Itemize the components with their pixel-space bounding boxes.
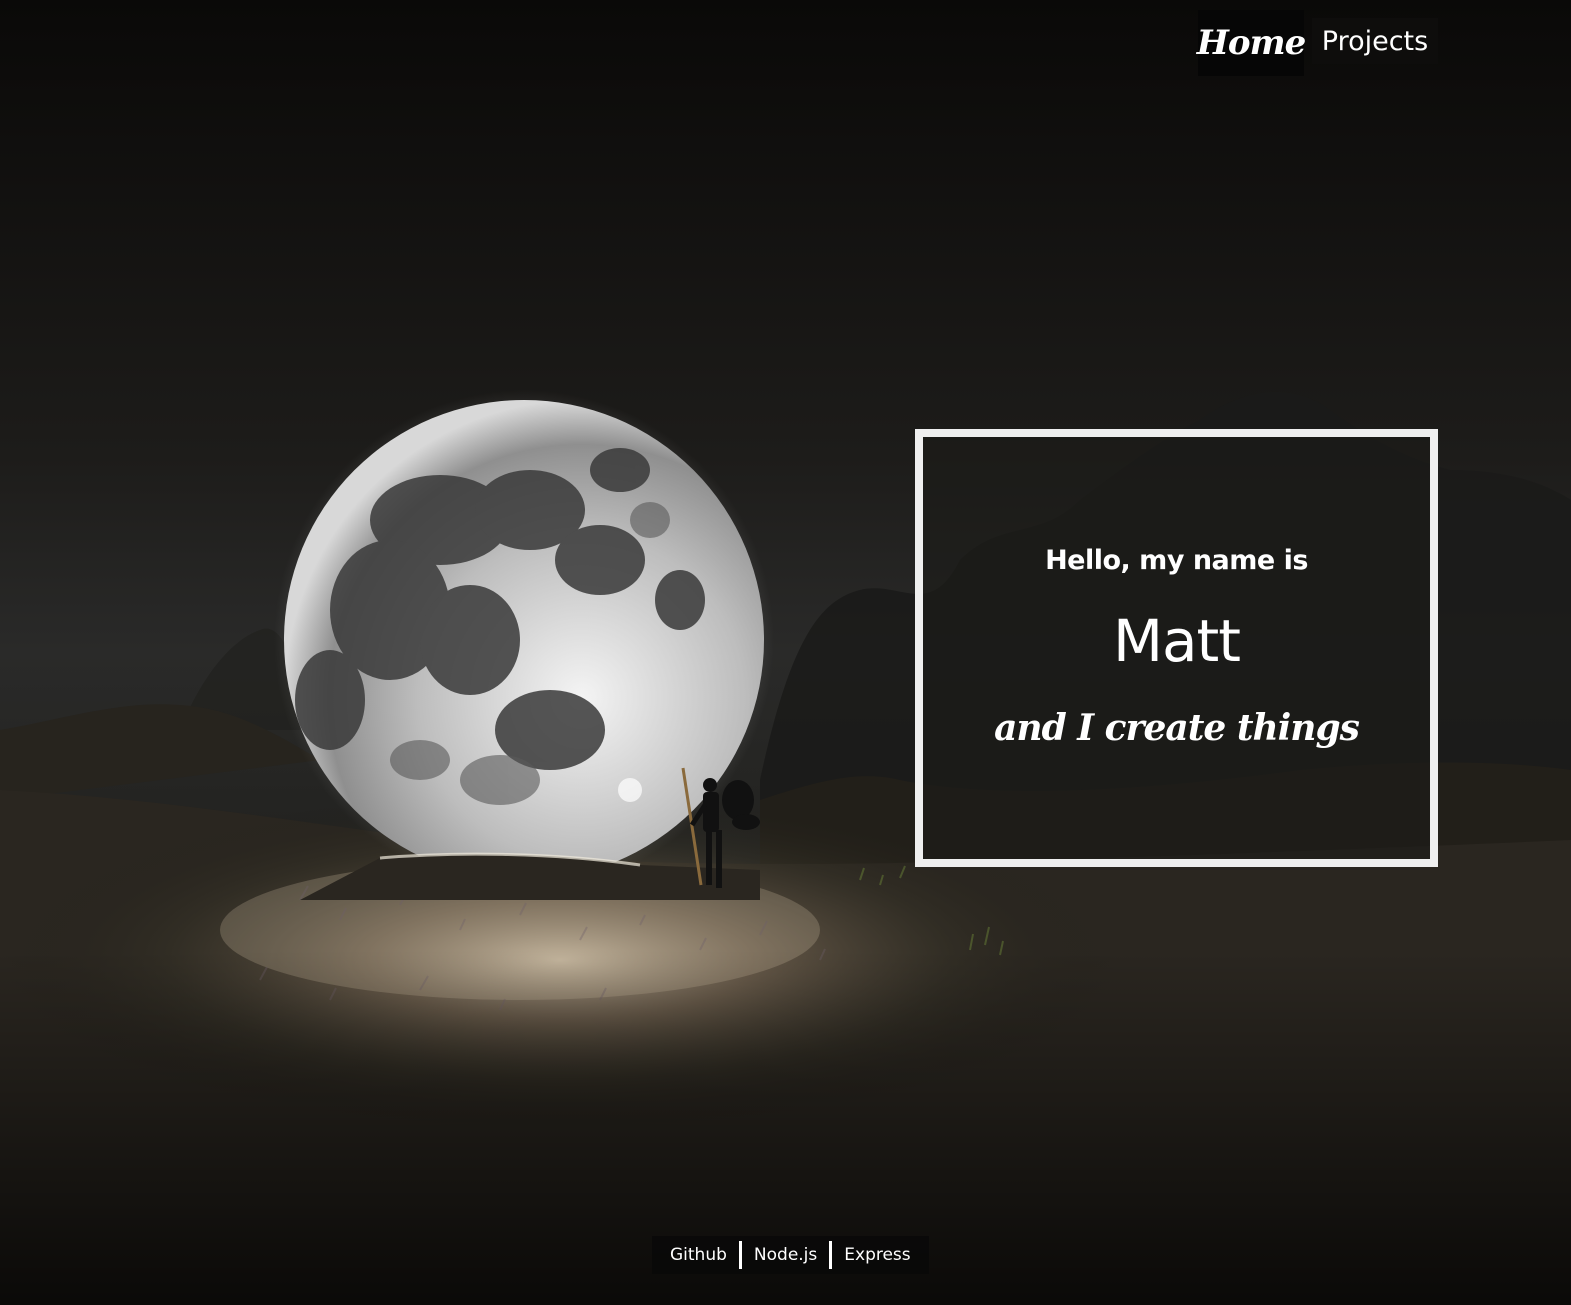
footer-link-github[interactable]: Github (658, 1245, 739, 1265)
footer-links: Github Node.js Express (652, 1236, 929, 1274)
intro-tagline: and I create things (994, 707, 1360, 749)
footer-link-nodejs[interactable]: Node.js (742, 1245, 829, 1265)
intro-name: Matt (1112, 607, 1241, 675)
top-nav: Home Projects (1197, 10, 1438, 76)
nav-home-link[interactable]: Home (1197, 10, 1306, 76)
intro-greeting: Hello, my name is (1045, 545, 1308, 576)
intro-card: Hello, my name is Matt and I create thin… (915, 429, 1438, 867)
page: Home Projects Hello, my name is Matt and… (0, 0, 1571, 1305)
footer-link-express[interactable]: Express (832, 1245, 922, 1265)
nav-projects-link[interactable]: Projects (1312, 18, 1438, 64)
